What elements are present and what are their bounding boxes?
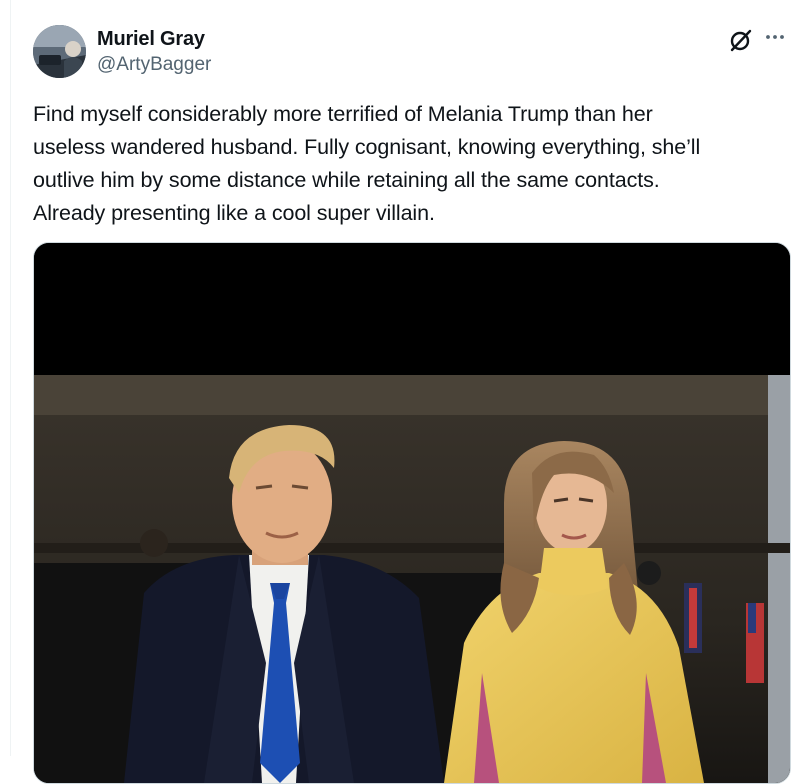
author-handle[interactable]: @ArtyBagger [97,54,211,76]
tweet-text: Find myself considerably more terrified … [33,98,793,230]
tweet-text-line: outlive him by some distance while retai… [33,168,660,192]
grok-slash-circle-icon[interactable] [728,27,754,53]
tweet-text-line: useless wandered husband. Fully cognisan… [33,135,701,159]
more-dots-icon[interactable] [764,30,786,44]
avatar[interactable] [33,25,86,78]
tweet-text-line: Already presenting like a cool super vil… [33,201,435,225]
tweet-photo[interactable] [33,242,791,784]
tweet-text-line: Find myself considerably more terrified … [33,102,653,126]
tweet[interactable]: Muriel Gray @ArtyBagger Find myself cons… [0,0,804,784]
author-display-name[interactable]: Muriel Gray [97,28,205,51]
